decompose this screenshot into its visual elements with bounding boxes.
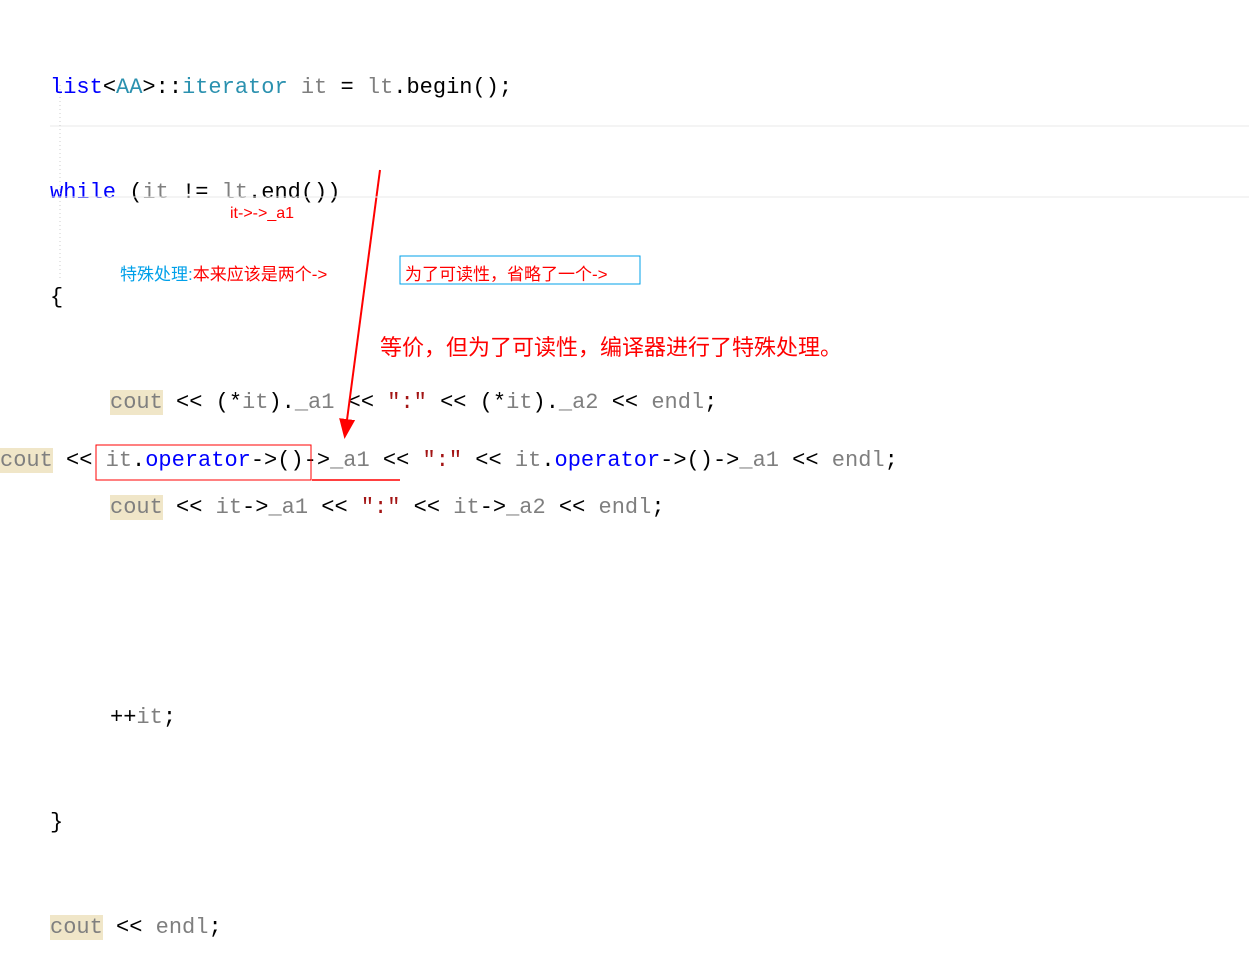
tok: iterator bbox=[182, 75, 288, 100]
tok: << bbox=[370, 448, 423, 473]
tok: ":" bbox=[387, 390, 427, 415]
tok: AA bbox=[116, 75, 142, 100]
tok: lt bbox=[222, 180, 248, 205]
code-line-7: ++it; bbox=[0, 700, 1249, 735]
tok: ( bbox=[116, 180, 142, 205]
tok: << bbox=[400, 495, 453, 520]
tok: ; bbox=[651, 495, 664, 520]
tok: ; bbox=[704, 390, 717, 415]
tok: ; bbox=[163, 705, 176, 730]
tok: it bbox=[106, 448, 132, 473]
tok: while bbox=[50, 180, 116, 205]
tok: << bbox=[103, 915, 156, 940]
tok: << (* bbox=[163, 390, 242, 415]
tok: _a1 bbox=[330, 448, 370, 473]
tok: << bbox=[308, 495, 361, 520]
tok: << bbox=[779, 448, 832, 473]
annotation-readability-box-text: 为了可读性，省略了一个-> bbox=[405, 260, 608, 285]
tok: } bbox=[50, 810, 63, 835]
tok: it bbox=[453, 495, 479, 520]
tok: >:: bbox=[142, 75, 182, 100]
tok: << bbox=[163, 495, 216, 520]
tok: << bbox=[599, 390, 652, 415]
tok: << bbox=[334, 390, 387, 415]
tok: ":" bbox=[361, 495, 401, 520]
tok: ). bbox=[268, 390, 294, 415]
tok: _a2 bbox=[559, 390, 599, 415]
code-line-3: { bbox=[0, 280, 1249, 315]
code-line-1: list<AA>::iterator it = lt.begin(); bbox=[0, 70, 1249, 105]
tok: _a1 bbox=[268, 495, 308, 520]
tok-cout: cout bbox=[50, 915, 103, 940]
tok: ++ bbox=[110, 705, 136, 730]
annotation-special: 特殊处理:本来应该是两个-> bbox=[120, 260, 327, 285]
tok: operator bbox=[145, 448, 251, 473]
tok: endl bbox=[651, 390, 704, 415]
tok: .end()) bbox=[248, 180, 340, 205]
tok: list bbox=[50, 75, 103, 100]
code-line-bottom: cout << it.operator->()->_a1 << ":" << i… bbox=[0, 448, 898, 473]
tok: it bbox=[301, 75, 327, 100]
tok: it bbox=[136, 705, 162, 730]
tok: ->()-> bbox=[251, 448, 330, 473]
tok: . bbox=[132, 448, 145, 473]
annotation-arrow-label: it->->_a1 bbox=[230, 205, 294, 223]
code-line-8: } bbox=[0, 805, 1249, 840]
code-line-5: cout << it->_a1 << ":" << it->_a2 << end… bbox=[0, 490, 1249, 525]
tok: it bbox=[506, 390, 532, 415]
tok: < bbox=[103, 75, 116, 100]
tok: ":" bbox=[423, 448, 463, 473]
code-line-2: while (it != lt.end()) bbox=[0, 175, 1249, 210]
tok: != bbox=[169, 180, 222, 205]
tok: .begin(); bbox=[393, 75, 512, 100]
tok-cout: cout bbox=[0, 448, 53, 473]
annotation-equivalence: 等价，但为了可读性，编译器进行了特殊处理。 bbox=[380, 330, 842, 362]
tok: endl bbox=[832, 448, 885, 473]
tok: operator bbox=[555, 448, 661, 473]
tok: ->()-> bbox=[660, 448, 739, 473]
tok: endl bbox=[156, 915, 209, 940]
tok: << bbox=[53, 448, 106, 473]
annotation-special-prefix: 特殊处理: bbox=[120, 265, 193, 284]
tok: _a1 bbox=[295, 390, 335, 415]
tok: endl bbox=[599, 495, 652, 520]
tok: << bbox=[462, 448, 515, 473]
tok: _a1 bbox=[739, 448, 779, 473]
tok-cout: cout bbox=[110, 390, 163, 415]
tok: it bbox=[142, 180, 168, 205]
tok: { bbox=[50, 285, 63, 310]
tok: ; bbox=[208, 915, 221, 940]
code-line-6 bbox=[0, 595, 1249, 630]
tok: lt bbox=[367, 75, 393, 100]
tok: = bbox=[327, 75, 367, 100]
code-line-9: cout << endl; bbox=[0, 910, 1249, 945]
tok: -> bbox=[480, 495, 506, 520]
code-editor: list<AA>::iterator it = lt.begin(); whil… bbox=[0, 0, 1249, 980]
tok-cout: cout bbox=[110, 495, 163, 520]
tok bbox=[288, 75, 301, 100]
tok: _a2 bbox=[506, 495, 546, 520]
tok: << (* bbox=[427, 390, 506, 415]
tok: ). bbox=[533, 390, 559, 415]
tok: << bbox=[546, 495, 599, 520]
tok: it bbox=[515, 448, 541, 473]
tok: it bbox=[242, 390, 268, 415]
tok: ; bbox=[885, 448, 898, 473]
code-line-4: cout << (*it)._a1 << ":" << (*it)._a2 <<… bbox=[0, 385, 1249, 420]
tok: -> bbox=[242, 495, 268, 520]
tok: it bbox=[216, 495, 242, 520]
annotation-special-text: 本来应该是两个-> bbox=[193, 265, 328, 284]
tok: . bbox=[541, 448, 554, 473]
